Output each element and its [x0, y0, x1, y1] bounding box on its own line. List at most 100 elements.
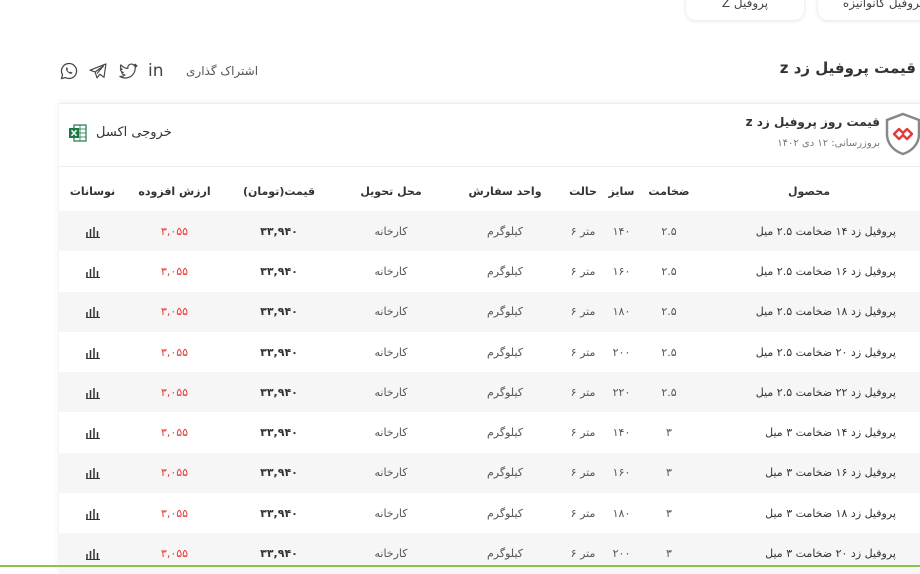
twitter-icon[interactable] — [118, 61, 138, 81]
cell-tax: ۳,۰۵۵ — [160, 264, 189, 278]
price-card: قیمت روز پروفیل زد z بروزرسانی: ۱۲ دی ۱۴… — [59, 103, 920, 574]
table-row: ۳,۰۵۵ ۳۳,۹۴۰ کارخانه کیلوگرم ۶ متر ۱۴۰ ۳… — [59, 412, 920, 452]
header-thickness: ضخامت — [648, 184, 690, 198]
cell-thickness: ۳ — [640, 533, 698, 574]
cell-size: ۱۶۰ — [603, 452, 640, 494]
cell-product[interactable]: پروفیل زد ۲۲ ضخامت ۲.۵ میل — [698, 372, 920, 413]
header-chart: نوسانات — [69, 184, 116, 198]
cell-delivery: کارخانه — [374, 506, 408, 520]
cell-price: ۳۳,۹۴۰ — [223, 533, 335, 574]
price-chart-icon[interactable] — [85, 347, 100, 359]
cell-product[interactable]: پروفیل زد ۱۶ ضخامت ۳ میل — [698, 452, 920, 494]
cell-product[interactable]: پروفیل زد ۱۸ ضخامت ۳ میل — [698, 493, 920, 533]
cell-state: ۶ متر — [563, 533, 603, 574]
cell-unit: کیلوگرم — [447, 291, 563, 332]
cell-price: ۳۳,۹۴۰ — [223, 372, 335, 413]
table-row: ۳,۰۵۵ ۳۳,۹۴۰ کارخانه کیلوگرم ۶ متر ۱۸۰ ۳… — [59, 493, 920, 533]
tab-profile-z[interactable]: پروفیل Z — [686, 0, 804, 20]
cell-product[interactable]: پروفیل زد ۱۴ ضخامت ۲.۵ میل — [698, 211, 920, 252]
cell-unit: کیلوگرم — [487, 264, 523, 278]
cell-delivery: کارخانه — [335, 211, 447, 252]
table-row: ۳,۰۵۵ ۳۳,۹۴۰ کارخانه کیلوگرم ۶ متر ۲۰۰ ۳… — [59, 533, 920, 574]
cell-thickness: ۲.۵ — [640, 211, 698, 252]
cell-price: ۳۳,۹۴۰ — [260, 506, 298, 520]
price-chart-icon[interactable] — [85, 427, 100, 440]
excel-icon[interactable] — [68, 123, 88, 143]
cell-tax: ۳,۰۵۵ — [126, 211, 223, 252]
whatsapp-icon[interactable] — [59, 61, 79, 81]
cell-state: ۶ متر — [570, 426, 596, 440]
cell-delivery: کارخانه — [374, 345, 408, 359]
cell-tax: ۳,۰۵۵ — [160, 426, 189, 440]
cell-unit: کیلوگرم — [447, 372, 563, 413]
table-row: ۳,۰۵۵ ۳۳,۹۴۰ کارخانه کیلوگرم ۶ متر ۱۶۰ ۲… — [59, 251, 920, 291]
cell-tax: ۳,۰۵۵ — [126, 533, 223, 574]
cell-size: ۱۴۰ — [612, 426, 631, 440]
price-table: نوسانات ارزش افزوده قیمت(تومان) محل تحوی… — [59, 171, 920, 574]
price-chart-icon[interactable] — [85, 508, 100, 520]
card-header: قیمت روز پروفیل زد z بروزرسانی: ۱۲ دی ۱۴… — [59, 104, 920, 167]
telegram-icon[interactable] — [88, 61, 108, 81]
cell-unit: کیلوگرم — [447, 452, 563, 494]
cell-size: ۱۸۰ — [612, 506, 631, 520]
table-header-row: نوسانات ارزش افزوده قیمت(تومان) محل تحوی… — [59, 171, 920, 211]
price-chart-icon[interactable] — [85, 387, 100, 399]
cell-product[interactable]: پروفیل زد ۲۰ ضخامت ۲.۵ میل — [698, 332, 920, 372]
price-chart-icon[interactable] — [85, 226, 100, 238]
header-price: قیمت(تومان) — [242, 184, 316, 198]
cell-delivery: کارخانه — [374, 264, 408, 278]
cell-price: ۳۳,۹۴۰ — [223, 452, 335, 494]
price-chart-icon[interactable] — [85, 467, 100, 480]
cell-product[interactable]: پروفیل زد ۱۶ ضخامت ۲.۵ میل — [698, 251, 920, 291]
share-label: اشتراک گذاری — [186, 64, 259, 78]
cell-size: ۱۶۰ — [612, 264, 631, 278]
cell-product[interactable]: پروفیل زد ۱۸ ضخامت ۲.۵ میل — [698, 291, 920, 332]
cell-price: ۳۳,۹۴۰ — [260, 264, 298, 278]
cell-thickness: ۳ — [666, 426, 672, 440]
shield-logo-icon — [885, 112, 920, 156]
cell-unit: کیلوگرم — [487, 426, 523, 440]
cell-tax: ۳,۰۵۵ — [126, 291, 223, 332]
cell-size: ۲۲۰ — [603, 372, 640, 413]
cell-delivery: کارخانه — [335, 452, 447, 494]
cell-delivery: کارخانه — [374, 426, 408, 440]
header-delivery: محل تحویل — [360, 184, 422, 198]
cell-thickness: ۳ — [640, 452, 698, 494]
table-row: ۳,۰۵۵ ۳۳,۹۴۰ کارخانه کیلوگرم ۶ متر ۱۸۰ ۲… — [59, 291, 920, 332]
cell-tax: ۳,۰۵۵ — [126, 372, 223, 413]
cell-unit: کیلوگرم — [487, 345, 523, 359]
cell-price: ۳۳,۹۴۰ — [260, 345, 298, 359]
cell-price: ۳۳,۹۴۰ — [223, 291, 335, 332]
update-date: بروزرسانی: ۱۲ دی ۱۴۰۲ — [777, 138, 880, 149]
cell-product[interactable]: پروفیل زد ۱۴ ضخامت ۳ میل — [698, 412, 920, 452]
cell-size: ۱۴۰ — [603, 211, 640, 252]
card-title: قیمت روز پروفیل زد z — [745, 115, 880, 129]
cell-price: ۳۳,۹۴۰ — [260, 426, 298, 440]
cell-state: ۶ متر — [570, 345, 596, 359]
cell-tax: ۳,۰۵۵ — [160, 506, 189, 520]
cell-tax: ۳,۰۵۵ — [126, 452, 223, 494]
price-chart-icon[interactable] — [85, 266, 100, 278]
cell-product[interactable]: پروفیل زد ۲۰ ضخامت ۳ میل — [698, 533, 920, 574]
cell-state: ۶ متر — [570, 506, 596, 520]
header-size: سایز — [608, 184, 635, 198]
price-chart-icon[interactable] — [85, 306, 100, 319]
cell-delivery: کارخانه — [335, 533, 447, 574]
tab-profile-galvanized[interactable]: پروفیل کانوانیزه — [818, 0, 920, 20]
cell-unit: کیلوگرم — [447, 533, 563, 574]
cell-state: ۶ متر — [563, 211, 603, 252]
cell-state: ۶ متر — [563, 291, 603, 332]
cell-delivery: کارخانه — [335, 372, 447, 413]
cell-size: ۲۰۰ — [603, 533, 640, 574]
cell-price: ۳۳,۹۴۰ — [223, 211, 335, 252]
cell-unit: کیلوگرم — [447, 211, 563, 252]
linkedin-icon[interactable]: in — [148, 61, 168, 81]
header-state: حالت — [569, 184, 597, 198]
table-row: ۳,۰۵۵ ۳۳,۹۴۰ کارخانه کیلوگرم ۶ متر ۲۰۰ ۲… — [59, 332, 920, 372]
cell-state: ۶ متر — [570, 264, 596, 278]
price-chart-icon[interactable] — [85, 548, 100, 561]
header-product: محصول — [787, 184, 831, 198]
header-tax: ارزش افزوده — [138, 184, 211, 198]
excel-export-label[interactable]: خروجی اکسل — [96, 125, 172, 140]
table-row: ۳,۰۵۵ ۳۳,۹۴۰ کارخانه کیلوگرم ۶ متر ۱۴۰ ۲… — [59, 211, 920, 252]
